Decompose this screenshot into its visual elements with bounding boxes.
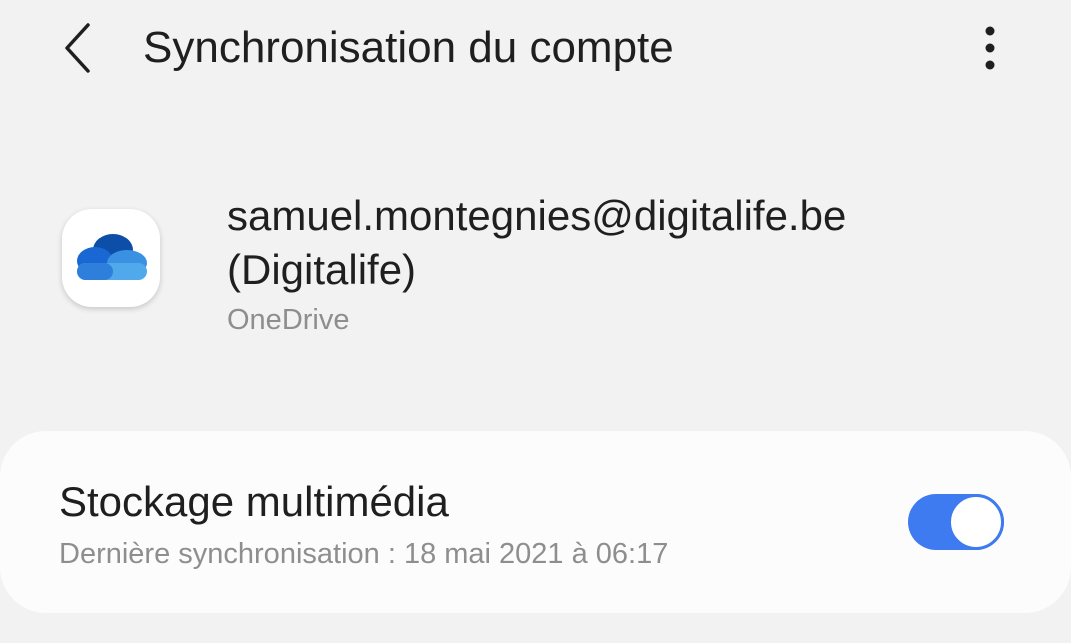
account-header: samuel.montegnies@digitalife.be (Digital… [0,180,1071,350]
back-button[interactable] [52,18,104,78]
sync-item-title: Stockage multimédia [59,478,449,525]
page-title: Synchronisation du compte [143,23,674,72]
onedrive-icon [77,234,147,280]
account-organization: (Digitalife) [227,246,417,293]
chevron-left-icon [65,23,90,73]
account-email: samuel.montegnies@digitalife.be [227,192,847,239]
sync-toggle[interactable] [908,494,1004,550]
app-icon [62,209,160,307]
sync-item-card[interactable]: Stockage multimédia Dernière synchronisa… [0,431,1071,613]
sync-item-subtitle: Dernière synchronisation : 18 mai 2021 à… [59,538,669,570]
account-type: OneDrive [227,304,350,336]
app-bar: Synchronisation du compte [0,0,1071,100]
more-vert-icon [985,26,995,70]
more-options-button[interactable] [966,18,1014,78]
toggle-knob [948,494,1004,550]
